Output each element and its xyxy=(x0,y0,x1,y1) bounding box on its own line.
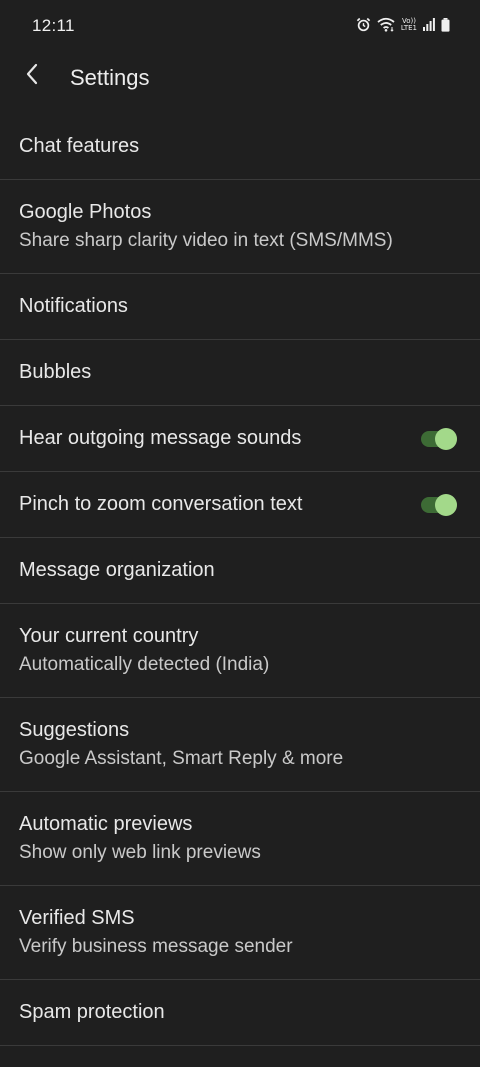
setting-title: Pinch to zoom conversation text xyxy=(19,493,303,515)
setting-title: Automatic previews xyxy=(19,813,193,835)
settings-list: Chat features Google Photos Share sharp … xyxy=(0,114,480,1046)
setting-hear-outgoing-sounds[interactable]: Hear outgoing message sounds xyxy=(0,406,480,472)
toggle-thumb xyxy=(435,427,457,450)
signal-icon xyxy=(423,18,435,31)
setting-subtitle: Google Assistant, Smart Reply & more xyxy=(19,748,344,769)
setting-current-country[interactable]: Your current country Automatically detec… xyxy=(0,604,480,698)
setting-notifications[interactable]: Notifications xyxy=(0,274,480,340)
setting-bubbles[interactable]: Bubbles xyxy=(0,340,480,406)
toggle-thumb xyxy=(435,493,457,516)
chevron-left-icon xyxy=(24,62,40,91)
setting-title: Google Photos xyxy=(19,201,152,223)
setting-automatic-previews[interactable]: Automatic previews Show only web link pr… xyxy=(0,792,480,886)
setting-title: Hear outgoing message sounds xyxy=(19,427,302,449)
setting-subtitle: Show only web link previews xyxy=(19,842,261,863)
setting-chat-features[interactable]: Chat features xyxy=(0,114,480,180)
setting-title: Your current country xyxy=(19,625,199,647)
setting-subtitle: Share sharp clarity video in text (SMS/M… xyxy=(19,230,393,251)
setting-pinch-to-zoom[interactable]: Pinch to zoom conversation text xyxy=(0,472,480,538)
setting-verified-sms[interactable]: Verified SMS Verify business message sen… xyxy=(0,886,480,980)
volte-indicator: Vo)) LTE1 xyxy=(400,17,417,32)
page-title: Settings xyxy=(70,65,150,90)
wifi-icon xyxy=(377,17,395,32)
status-icons: Vo)) LTE1 xyxy=(356,17,450,32)
setting-title: Chat features xyxy=(19,135,140,157)
setting-title: Notifications xyxy=(19,295,128,317)
outgoing-sounds-toggle[interactable] xyxy=(421,427,457,450)
setting-title: Message organization xyxy=(19,559,215,581)
battery-icon xyxy=(441,17,450,32)
setting-spam-protection[interactable]: Spam protection xyxy=(0,980,480,1046)
setting-subtitle: Automatically detected (India) xyxy=(19,654,270,675)
alarm-icon xyxy=(356,17,371,32)
setting-title: Suggestions xyxy=(19,719,130,741)
status-time: 12:11 xyxy=(32,16,75,35)
app-bar: Settings xyxy=(0,52,480,104)
setting-message-organization[interactable]: Message organization xyxy=(0,538,480,604)
setting-google-photos[interactable]: Google Photos Share sharp clarity video … xyxy=(0,180,480,274)
setting-suggestions[interactable]: Suggestions Google Assistant, Smart Repl… xyxy=(0,698,480,792)
setting-title: Spam protection xyxy=(19,1001,165,1023)
status-bar: 12:11 Vo)) LTE1 xyxy=(0,0,480,52)
setting-subtitle: Verify business message sender xyxy=(19,936,293,957)
back-button[interactable] xyxy=(12,56,52,96)
volte-bottom-text: LTE1 xyxy=(400,23,417,32)
setting-title: Bubbles xyxy=(19,361,92,383)
pinch-to-zoom-toggle[interactable] xyxy=(421,493,457,516)
setting-title: Verified SMS xyxy=(19,907,135,929)
